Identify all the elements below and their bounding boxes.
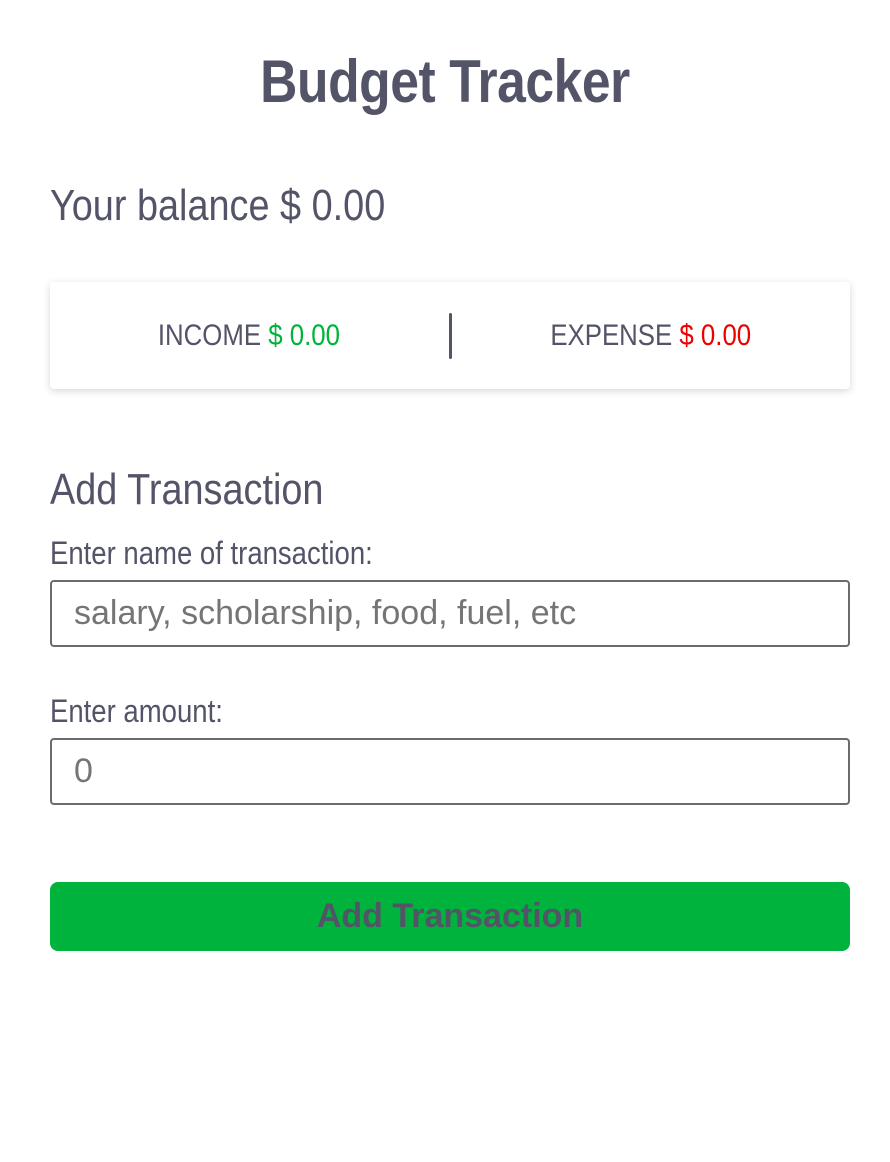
balance-value: $ 0.00 xyxy=(280,181,386,230)
expense-label: EXPENSE xyxy=(550,318,673,352)
expense-summary: EXPENSE $ 0.00 xyxy=(452,316,851,356)
add-transaction-heading: Add Transaction xyxy=(50,465,324,514)
balance-label: Your balance xyxy=(50,181,270,230)
transaction-name-label: Enter name of transaction: xyxy=(50,535,373,571)
income-value: $ 0.00 xyxy=(268,318,341,352)
income-label: INCOME xyxy=(158,318,262,352)
add-transaction-button[interactable]: Add Transaction xyxy=(50,882,850,951)
transaction-amount-label: Enter amount: xyxy=(50,693,223,729)
income-summary: INCOME $ 0.00 xyxy=(50,316,449,356)
transaction-name-input[interactable] xyxy=(50,580,850,647)
balance-heading: Your balance $ 0.00 xyxy=(50,178,385,234)
page-title: Budget Tracker xyxy=(260,48,630,115)
transaction-amount-input[interactable] xyxy=(50,738,850,805)
income-expense-summary: INCOME $ 0.00 EXPENSE $ 0.00 xyxy=(50,282,850,389)
expense-value: $ 0.00 xyxy=(679,318,752,352)
